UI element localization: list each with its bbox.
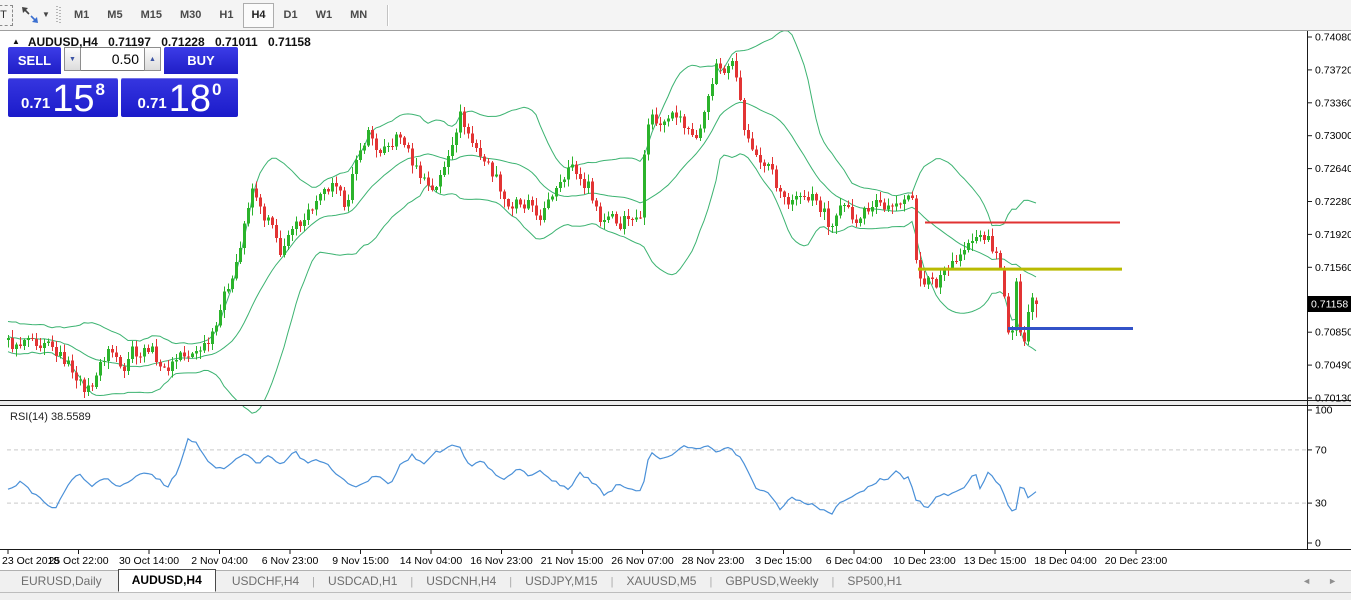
timeframe-button-W1[interactable]: W1 xyxy=(308,3,341,28)
sell-button-label: SELL xyxy=(18,53,51,68)
svg-text:0.71920: 0.71920 xyxy=(1315,229,1351,241)
tab-gbpusd-weekly[interactable]: GBPUSD,Weekly xyxy=(712,572,831,591)
svg-text:0.72280: 0.72280 xyxy=(1315,196,1351,208)
timeframe-button-M30[interactable]: M30 xyxy=(172,3,209,28)
svg-text:0.73720: 0.73720 xyxy=(1315,64,1351,76)
timeframe-button-row: M1M5M15M30H1H4D1W1MN xyxy=(66,3,389,28)
timeframe-button-M5[interactable]: M5 xyxy=(99,3,130,28)
svg-text:0.70850: 0.70850 xyxy=(1315,327,1351,339)
tab-usdcad-h1[interactable]: USDCAD,H1 xyxy=(315,572,410,591)
svg-text:0.70130: 0.70130 xyxy=(1315,393,1351,405)
svg-text:2 Nov 04:00: 2 Nov 04:00 xyxy=(191,555,248,567)
toolbar-grip-handle[interactable] xyxy=(56,6,61,24)
tool-dropdown-caret-icon[interactable]: ▼ xyxy=(42,10,50,19)
svg-text:9 Nov 15:00: 9 Nov 15:00 xyxy=(332,555,389,567)
svg-text:6 Nov 23:00: 6 Nov 23:00 xyxy=(262,555,319,567)
svg-text:100: 100 xyxy=(1315,405,1333,417)
ohlc-close: 0.71158 xyxy=(268,35,311,49)
timeframe-button-M1[interactable]: M1 xyxy=(66,3,97,28)
sell-price-prefix: 0.71 xyxy=(21,95,50,112)
svg-text:0.71158: 0.71158 xyxy=(1311,299,1348,311)
tab-usdchf-h4[interactable]: USDCHF,H4 xyxy=(219,572,312,591)
timeframe-button-MN[interactable]: MN xyxy=(342,3,375,28)
buy-price-prefix: 0.71 xyxy=(138,95,167,112)
toolbar-separator xyxy=(387,5,389,26)
svg-text:70: 70 xyxy=(1315,444,1327,456)
svg-text:28 Nov 23:00: 28 Nov 23:00 xyxy=(682,555,745,567)
tab-usdcnh-h4[interactable]: USDCNH,H4 xyxy=(413,572,509,591)
svg-text:26 Nov 07:00: 26 Nov 07:00 xyxy=(611,555,674,567)
rsi-indicator-label: RSI(14) 38.5589 xyxy=(10,411,91,423)
text-label-tool-icon[interactable]: T xyxy=(0,5,13,26)
sell-price-big: 15 xyxy=(52,82,94,116)
timeframe-button-D1[interactable]: D1 xyxy=(276,3,306,28)
text-tool-glyph: T xyxy=(0,9,7,21)
svg-text:0: 0 xyxy=(1315,538,1321,550)
buy-button[interactable]: BUY xyxy=(164,47,238,77)
svg-text:30 Oct 14:00: 30 Oct 14:00 xyxy=(119,555,179,567)
svg-text:0.74080: 0.74080 xyxy=(1315,32,1351,44)
timeframe-button-M15[interactable]: M15 xyxy=(133,3,170,28)
svg-text:21 Nov 15:00: 21 Nov 15:00 xyxy=(541,555,604,567)
tab-sp500-h1[interactable]: SP500,H1 xyxy=(834,572,915,591)
sell-button[interactable]: SELL xyxy=(8,47,61,77)
tab-xauusd-m5[interactable]: XAUUSD,M5 xyxy=(613,572,709,591)
current-price-badge: 0.71158 xyxy=(1308,296,1351,312)
svg-text:18 Dec 04:00: 18 Dec 04:00 xyxy=(1034,555,1097,567)
sell-price-sup: 8 xyxy=(96,80,105,100)
status-bar xyxy=(0,592,1351,600)
buy-button-label: BUY xyxy=(187,53,214,68)
buy-price-tile[interactable]: 0.71 18 0 xyxy=(121,78,238,117)
svg-text:20 Dec 23:00: 20 Dec 23:00 xyxy=(1105,555,1168,567)
svg-text:6 Dec 04:00: 6 Dec 04:00 xyxy=(826,555,883,567)
rsi-panel: 100 70 30 0 xyxy=(7,405,1333,550)
svg-text:14 Nov 04:00: 14 Nov 04:00 xyxy=(400,555,463,567)
tab-eurusd-daily[interactable]: EURUSD,Daily xyxy=(8,572,115,591)
svg-text:25 Oct 22:00: 25 Oct 22:00 xyxy=(48,555,108,567)
svg-text:0.70490: 0.70490 xyxy=(1315,360,1351,372)
tab-usdjpy-m15[interactable]: USDJPY,M15 xyxy=(512,572,610,591)
timeframe-button-H4[interactable]: H4 xyxy=(243,3,273,28)
sell-price-tile[interactable]: 0.71 15 8 xyxy=(8,78,118,117)
time-axis[interactable]: 23 Oct 201825 Oct 22:0030 Oct 14:002 Nov… xyxy=(2,550,1167,567)
svg-text:0.71560: 0.71560 xyxy=(1315,262,1351,274)
bollinger-lower-band xyxy=(8,154,1036,413)
svg-text:0.72640: 0.72640 xyxy=(1315,163,1351,175)
tabs-scroll-right-icon[interactable]: ► xyxy=(1328,576,1337,586)
tab-audusd-h4[interactable]: AUDUSD,H4 xyxy=(118,569,216,592)
svg-text:30: 30 xyxy=(1315,498,1327,510)
svg-text:10 Dec 23:00: 10 Dec 23:00 xyxy=(893,555,956,567)
symbol-tab-bar: EURUSD,Daily AUDUSD,H4 USDCHF,H4|USDCAD,… xyxy=(0,570,1351,592)
buy-price-sup: 0 xyxy=(212,80,221,100)
top-toolbar: T ▼ M1M5M15M30H1H4D1W1MN xyxy=(0,0,1351,31)
tabs-scroll-left-icon[interactable]: ◄ xyxy=(1302,576,1311,586)
ohlc-open: 0.71197 xyxy=(108,35,151,49)
svg-text:0.73360: 0.73360 xyxy=(1315,97,1351,109)
svg-text:3 Dec 15:00: 3 Dec 15:00 xyxy=(755,555,812,567)
collapse-triangle-icon[interactable]: ▲ xyxy=(12,37,20,46)
price-axis[interactable]: 0.74080 0.73720 0.73360 0.73000 0.72640 0.722… xyxy=(1307,32,1351,405)
price-arrows-tool-icon[interactable] xyxy=(20,5,40,25)
timeframe-button-H1[interactable]: H1 xyxy=(211,3,241,28)
bollinger-middle-band xyxy=(8,102,1036,366)
svg-text:16 Nov 23:00: 16 Nov 23:00 xyxy=(470,555,533,567)
svg-text:0.73000: 0.73000 xyxy=(1315,130,1351,142)
svg-text:13 Dec 15:00: 13 Dec 15:00 xyxy=(964,555,1027,567)
buy-price-big: 18 xyxy=(169,82,211,116)
